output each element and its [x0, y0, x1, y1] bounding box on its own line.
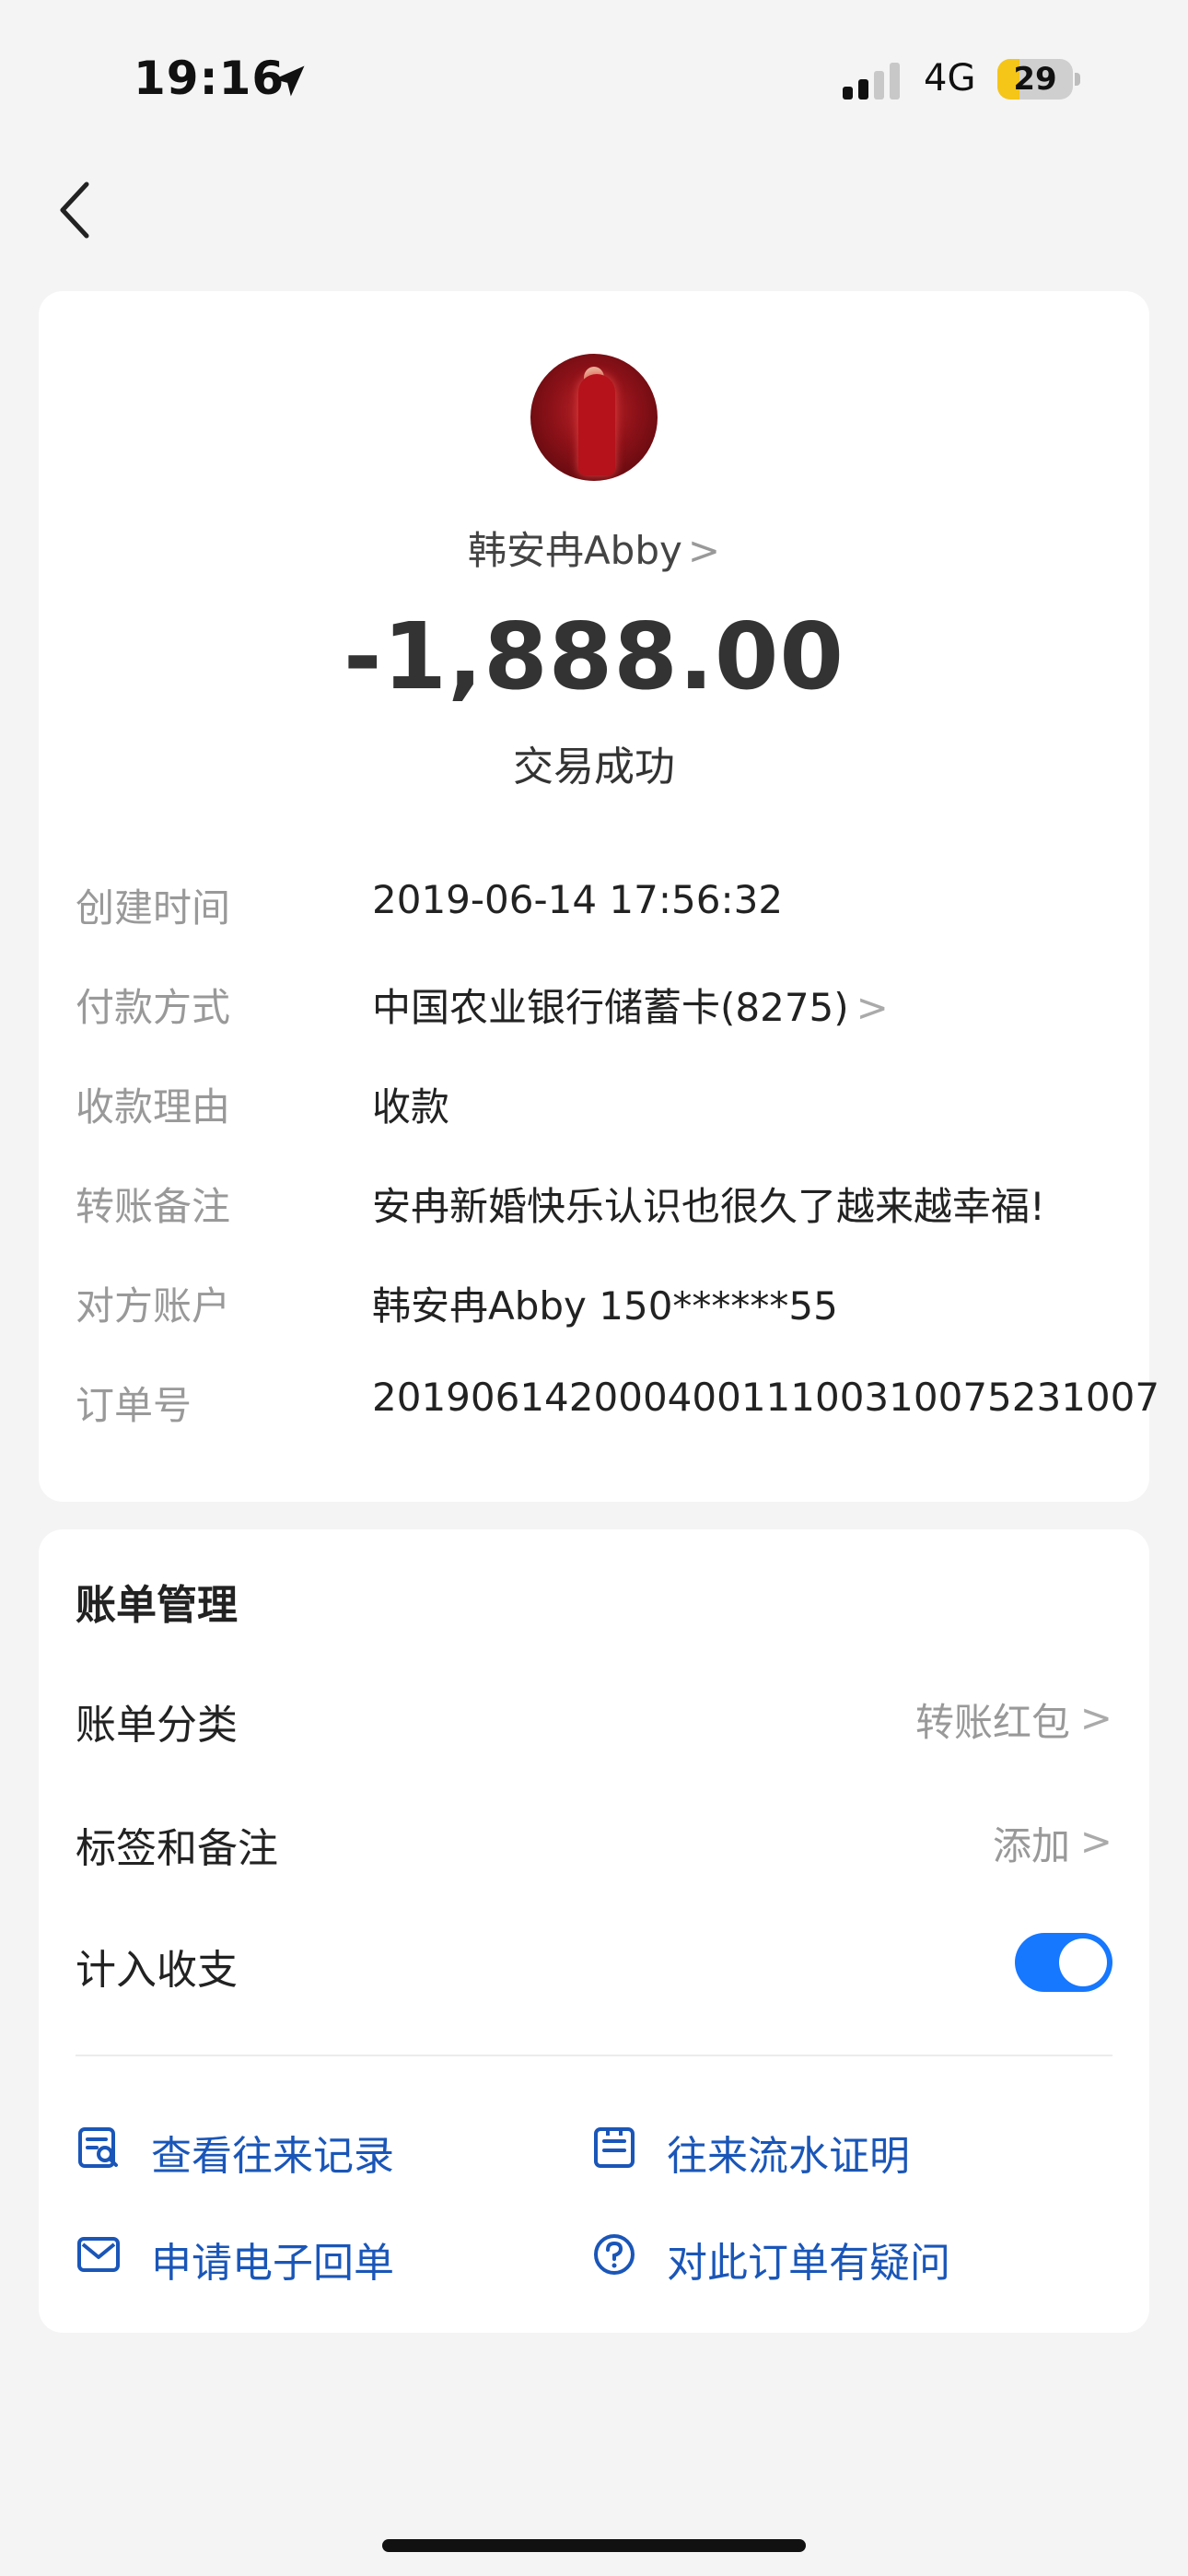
detail-value: 收款	[372, 1084, 450, 1130]
bill-category-value: 转账红包	[914, 1700, 1070, 1745]
detail-row-created-time: 创建时间 2019-06-14 17:56:32	[76, 877, 1125, 932]
battery-icon: 29	[997, 59, 1080, 100]
detail-value: 安冉新婚快乐认识也很久了越来越幸福!	[372, 1184, 1045, 1229]
payee-name[interactable]: 韩安冉Abby >	[39, 520, 1149, 576]
network-type: 4G	[924, 57, 976, 100]
detail-row-payment-method[interactable]: 付款方式 中国农业银行储蓄卡(8275) >	[76, 977, 1125, 1032]
chevron-right-icon: >	[687, 528, 721, 573]
battery-level: 29	[1013, 61, 1057, 98]
detail-value: 中国农业银行储蓄卡(8275) >	[372, 977, 889, 1033]
detail-label: 付款方式	[76, 985, 231, 1030]
detail-label: 转账备注	[76, 1184, 231, 1229]
detail-label: 对方账户	[76, 1283, 231, 1329]
detail-row-order-number: 订单号 20190614200040011100310075231007	[76, 1375, 1159, 1430]
tags-notes-value: 添加	[992, 1823, 1070, 1868]
mail-icon	[77, 2237, 120, 2272]
divider	[76, 2055, 1112, 2056]
request-receipt-button[interactable]: 申请电子回单	[76, 2222, 536, 2287]
toggle-knob	[1059, 1938, 1107, 1986]
transaction-card: 韩安冉Abby > -1,888.00 交易成功 创建时间 2019-06-14 …	[39, 291, 1159, 1502]
question-circle-icon	[594, 2234, 635, 2275]
detail-label: 创建时间	[76, 885, 231, 931]
transaction-amount: -1,888.00	[344, 603, 844, 710]
action-label: 申请电子回单	[151, 2240, 394, 2287]
status-time: 19:16	[134, 52, 285, 105]
order-question-button[interactable]: 对此订单有疑问	[591, 2222, 1107, 2287]
action-label: 查看往来记录	[151, 2133, 394, 2180]
transaction-status: 交易成功	[513, 744, 675, 790]
detail-value: 韩安冉Abby 150******55	[372, 1283, 838, 1329]
detail-row-reason: 收款理由 收款	[76, 1076, 1125, 1131]
payment-method-text: 中国农业银行储蓄卡(8275)	[372, 985, 849, 1030]
include-income-row: 计入收支	[76, 1926, 1112, 1999]
back-button[interactable]	[46, 173, 101, 247]
status-bar: 19:16 4G 29	[0, 0, 1188, 157]
bill-category-label: 账单分类	[76, 1702, 238, 1749]
payee-name-text: 韩安冉Abby	[467, 528, 682, 573]
action-label: 往来流水证明	[667, 2133, 910, 2180]
chevron-right-icon: >	[1079, 1819, 1112, 1864]
transaction-proof-button[interactable]: 往来流水证明	[591, 2115, 1107, 2180]
chevron-right-icon: >	[856, 985, 889, 1030]
chevron-right-icon: >	[1079, 1695, 1112, 1740]
detail-row-counterparty: 对方账户 韩安冉Abby 150******55	[76, 1275, 1125, 1330]
detail-row-remark: 转账备注 安冉新婚快乐认识也很久了越来越幸福!	[76, 1176, 1125, 1231]
bill-management-card: 账单管理 账单分类 转账红包 > 标签和备注 添加 > 计入收支 查看往来记录	[39, 1529, 1149, 2333]
signal-icon	[843, 63, 900, 100]
detail-label: 收款理由	[76, 1084, 231, 1130]
tags-notes-row[interactable]: 标签和备注 添加 >	[76, 1804, 1112, 1878]
detail-value: 2019-06-14 17:56:32	[372, 877, 784, 922]
detail-label: 订单号	[76, 1383, 192, 1428]
action-label: 对此订单有疑问	[667, 2240, 950, 2287]
detail-value: 20190614200040011100310075231007	[372, 1375, 1160, 1420]
home-indicator[interactable]	[382, 2539, 806, 2552]
tags-notes-label: 标签和备注	[76, 1825, 278, 1872]
location-arrow-icon	[274, 65, 305, 97]
document-icon	[594, 2127, 635, 2168]
include-income-label: 计入收支	[76, 1947, 238, 1994]
avatar[interactable]	[530, 354, 658, 481]
search-document-icon	[78, 2127, 118, 2168]
bill-management-title: 账单管理	[76, 1582, 238, 1629]
view-records-button[interactable]: 查看往来记录	[76, 2115, 536, 2180]
include-income-toggle[interactable]	[1015, 1933, 1112, 1992]
bill-category-row[interactable]: 账单分类 转账红包 >	[76, 1680, 1112, 1754]
